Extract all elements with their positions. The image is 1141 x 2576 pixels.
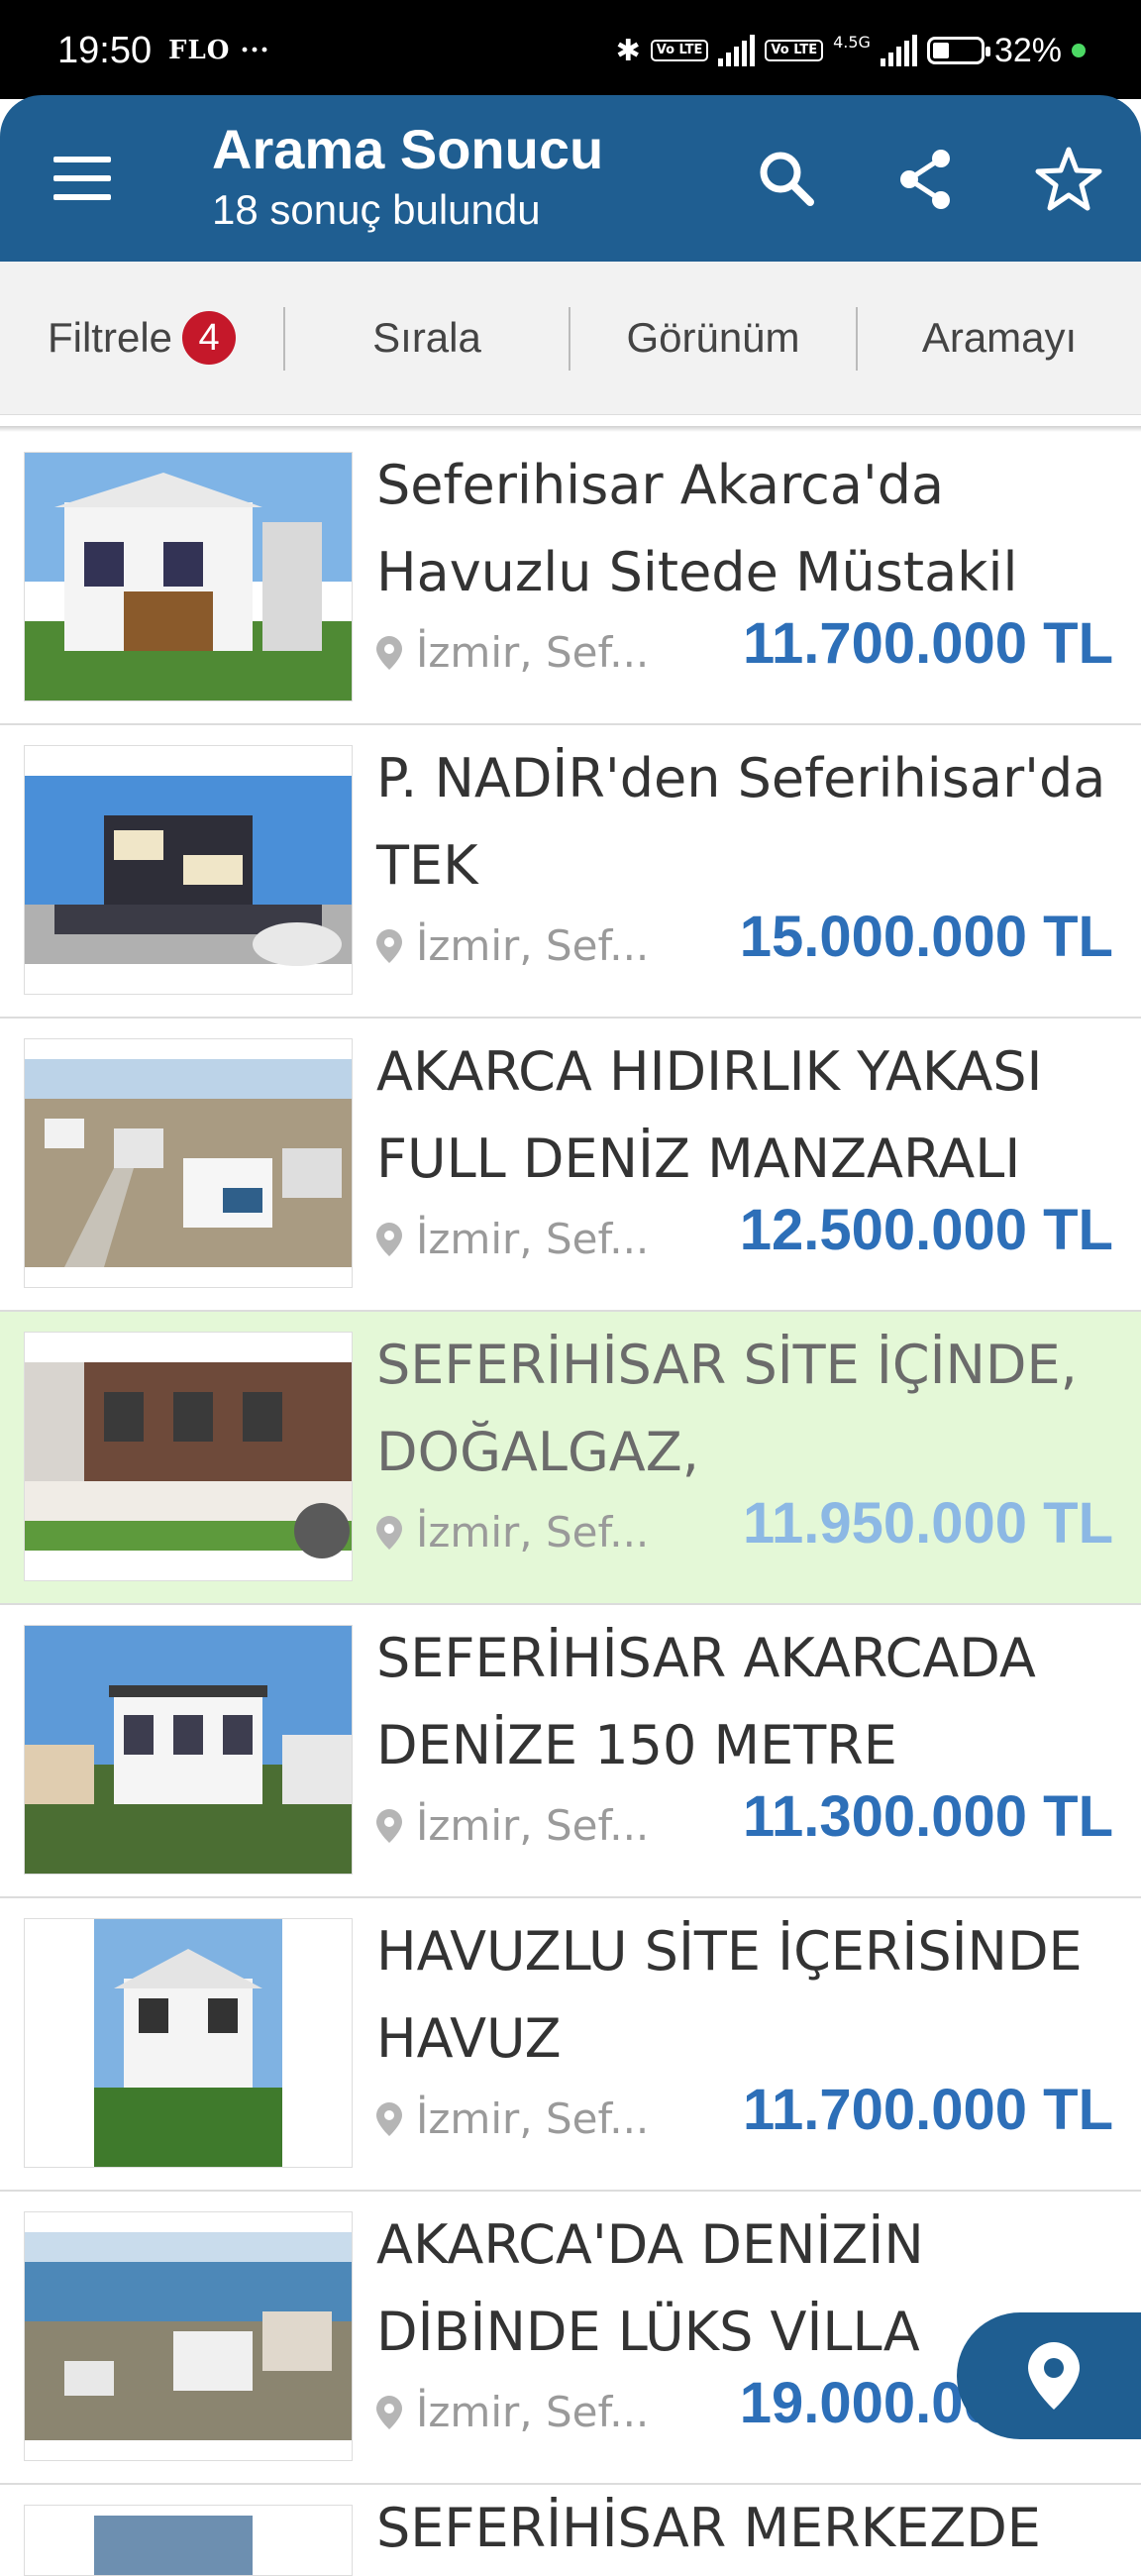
listing-item-partial[interactable]: SEFERİHİSAR MERKEZDE	[0, 2485, 1141, 2576]
listing-location: İzmir, Sef...	[376, 1508, 649, 1556]
search-icon[interactable]	[753, 145, 822, 214]
location-pin-icon	[376, 2101, 402, 2136]
location-pin-icon	[376, 1515, 402, 1550]
sort-button[interactable]: Sırala	[285, 262, 569, 414]
volte-icon: Vo LTE	[650, 40, 709, 61]
listing-price: 11.950.000 TL	[742, 1491, 1113, 1556]
result-count: 18 sonuç bulundu	[212, 186, 541, 233]
save-search-label: Aramayı	[921, 314, 1078, 361]
share-icon[interactable]	[891, 145, 961, 214]
location-pin-icon	[376, 1222, 402, 1256]
listing-thumbnail	[24, 1038, 353, 1288]
location-text: İzmir, Sef...	[416, 2388, 650, 2436]
status-bar: 19:50 FLO ··· ✱ Vo LTE Vo LTE 4.5G 32%	[0, 0, 1141, 99]
listing-location: İzmir, Sef...	[376, 2388, 649, 2436]
listing-location: İzmir, Sef...	[376, 921, 649, 970]
listing-thumbnail	[24, 2211, 353, 2461]
filter-count-badge: 4	[182, 311, 237, 365]
signal-icon	[718, 35, 756, 66]
listing-item[interactable]: P. NADİR'den Seferihisar'da TEK İzmir, S…	[0, 725, 1141, 1019]
battery-percent: 32%	[993, 31, 1062, 69]
signal-icon-2	[880, 35, 917, 66]
view-label: Görünüm	[626, 314, 800, 361]
listing-item[interactable]: AKARCA HIDIRLIK YAKASI FULL DENİZ MANZAR…	[0, 1019, 1141, 1312]
view-button[interactable]: Görünüm	[570, 262, 856, 414]
listing-title: SEFERİHİSAR SİTE İÇİNDE, DOĞALGAZ,	[376, 1334, 1078, 1483]
status-icons: ✱ Vo LTE Vo LTE 4.5G 32%	[616, 26, 1086, 75]
location-pin-icon	[376, 928, 402, 963]
listing-thumbnail	[24, 745, 353, 995]
listing-location: İzmir, Sef...	[376, 2094, 649, 2143]
filter-button[interactable]: Filtrele 4	[0, 262, 283, 414]
listing-item[interactable]: SEFERİHİSAR AKARCADA DENİZE 150 METRE İz…	[0, 1605, 1141, 1898]
action-toolbar: Filtrele 4 Sırala Görünüm Aramayı	[0, 262, 1141, 415]
battery-icon	[926, 37, 990, 64]
listing-price: 11.700.000 TL	[742, 2078, 1113, 2142]
bluetooth-icon: ✱	[615, 33, 641, 68]
listing-list: Seferihisar Akarca'da Havuzlu Sitede Müs…	[0, 432, 1141, 2576]
carrier-label: FLO ···	[168, 36, 270, 65]
star-icon[interactable]	[1034, 145, 1103, 214]
listing-thumbnail	[24, 1332, 353, 1581]
location-text: İzmir, Sef...	[416, 1508, 650, 1556]
clock: 19:50	[57, 30, 153, 71]
map-view-button[interactable]	[957, 2312, 1141, 2439]
listing-title: Seferihisar Akarca'da Havuzlu Sitede Müs…	[376, 454, 1018, 603]
filter-label: Filtrele	[47, 314, 173, 361]
listing-thumbnail	[24, 452, 353, 701]
location-pin-icon	[1028, 2342, 1080, 2410]
listing-thumbnail	[24, 2505, 353, 2576]
listing-location: İzmir, Sef...	[376, 628, 649, 677]
listing-price: 12.500.000 TL	[739, 1198, 1113, 1262]
save-search-button[interactable]: Aramayı	[858, 262, 1141, 414]
volte-icon-2: Vo LTE	[765, 40, 824, 61]
location-pin-icon	[376, 635, 402, 670]
network-type: 4.5G	[833, 32, 871, 52]
listing-title: HAVUZLU SİTE İÇERİSİNDE HAVUZ	[376, 1920, 1083, 2070]
location-text: İzmir, Sef...	[416, 628, 650, 677]
location-pin-icon	[376, 1808, 402, 1843]
listing-item[interactable]: Seferihisar Akarca'da Havuzlu Sitede Müs…	[0, 432, 1141, 725]
location-text: İzmir, Sef...	[416, 921, 650, 970]
location-pin-icon	[376, 2395, 402, 2429]
listing-title: P. NADİR'den Seferihisar'da TEK	[376, 747, 1106, 897]
listing-price: 11.700.000 TL	[742, 611, 1113, 676]
listing-item[interactable]: HAVUZLU SİTE İÇERİSİNDE HAVUZ İzmir, Sef…	[0, 1898, 1141, 2192]
status-dot	[1072, 44, 1086, 57]
listing-thumbnail	[24, 1918, 353, 2168]
location-text: İzmir, Sef...	[416, 1215, 650, 1263]
sort-label: Sırala	[372, 314, 481, 361]
listing-title: SEFERİHİSAR AKARCADA DENİZE 150 METRE	[376, 1627, 1036, 1776]
page-title: Arama Sonucu	[212, 118, 604, 180]
listing-title: SEFERİHİSAR MERKEZDE	[376, 2497, 1041, 2559]
listing-price: 11.300.000 TL	[742, 1784, 1113, 1849]
listing-location: İzmir, Sef...	[376, 1801, 649, 1850]
listing-item-selected[interactable]: SEFERİHİSAR SİTE İÇİNDE, DOĞALGAZ, İzmir…	[0, 1312, 1141, 1605]
location-text: İzmir, Sef...	[416, 1801, 650, 1850]
listing-price: 15.000.000 TL	[739, 905, 1113, 969]
listing-thumbnail	[24, 1625, 353, 1875]
listing-location: İzmir, Sef...	[376, 1215, 649, 1263]
app-bar: Arama Sonucu 18 sonuç bulundu	[0, 95, 1141, 262]
listing-title: AKARCA HIDIRLIK YAKASI FULL DENİZ MANZAR…	[376, 1040, 1043, 1190]
menu-icon[interactable]	[53, 157, 111, 200]
location-text: İzmir, Sef...	[416, 2094, 650, 2143]
